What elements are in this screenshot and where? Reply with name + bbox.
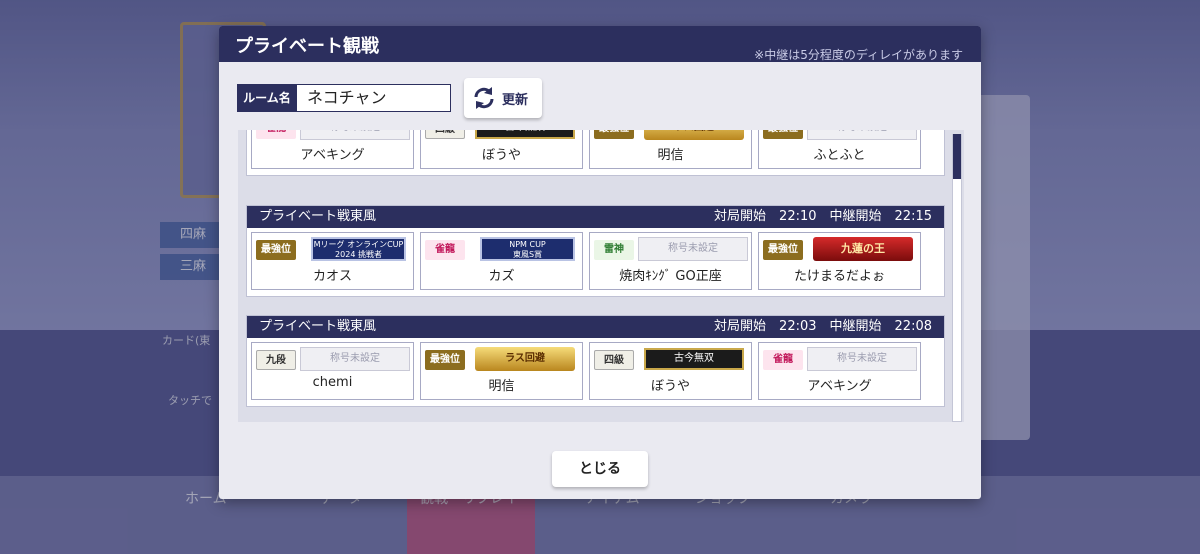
title-badge: 古今無双 bbox=[644, 348, 744, 370]
refresh-label: 更新 bbox=[502, 93, 529, 108]
title-badge: Mリーグ オンラインCUP 2024 挑戦者 bbox=[311, 237, 406, 261]
player-slot[interactable]: 最強位Lv3 ラス回避明信 bbox=[589, 130, 752, 169]
dialog-header: プライベート観戦 ※中継は5分程度のディレイがあります bbox=[219, 26, 981, 62]
player-slot[interactable]: 最強位Lv1 称号未設定ふとふと bbox=[758, 130, 921, 169]
match-card[interactable]: プライベート戦東風 対局開始 22:03 中継開始 22:08 九段 称号未設定 che… bbox=[246, 315, 945, 407]
relay-start-time: 中継開始 22:15 bbox=[829, 209, 932, 224]
match-card[interactable]: 雀龍称号未設定アベキング四級古今無双ぼうや最強位Lv3ラス回避明信最強位Lv1称… bbox=[246, 130, 945, 176]
player-name: カズ bbox=[488, 269, 515, 284]
rank-badge: 四級 bbox=[594, 350, 634, 370]
player-badges: 四級 古今無双 bbox=[425, 130, 578, 142]
match-card[interactable]: プライベート戦東風 対局開始 22:10 中継開始 22:15 最強位Lv5 Mリーグ… bbox=[246, 205, 945, 297]
rank-badge: 雀龍 bbox=[763, 350, 803, 370]
private-spectate-dialog: プライベート観戦 ※中継は5分程度のディレイがあります ルーム名 ネコチャン 更… bbox=[219, 26, 981, 499]
rank-badge: 九段 bbox=[256, 350, 296, 370]
player-badges: 最強位Lv3 ラス回避 bbox=[594, 130, 747, 154]
player-name: 明信 bbox=[657, 148, 684, 163]
match-start-time: 対局開始 22:10 bbox=[714, 209, 817, 224]
rank-badge: 雷神 bbox=[594, 240, 634, 260]
player-slot[interactable]: 最強位Lv3 ラス回避明信 bbox=[420, 342, 583, 400]
player-row: 最強位Lv5 Mリーグ オンラインCUP 2024 挑戦者カオス 雀龍 NPM CUP… bbox=[247, 228, 944, 296]
room-name-input[interactable]: ネコチャン bbox=[296, 84, 451, 112]
player-badges: 最強位Lv1 称号未設定 bbox=[763, 130, 917, 154]
player-badges: 九段 称号未設定 bbox=[256, 347, 410, 373]
player-slot[interactable]: 四級 古今無双ぼうや bbox=[420, 130, 583, 169]
player-name: カオス bbox=[312, 269, 352, 284]
player-slot[interactable]: 雀龍 NPM CUP 東風S賞カズ bbox=[420, 232, 583, 290]
player-badges: 最強位Lv1 九蓮の王 bbox=[763, 237, 916, 275]
match-title: プライベート戦東風 bbox=[259, 319, 377, 334]
title-badge: 称号未設定 bbox=[300, 347, 410, 371]
title-badge: ラス回避 bbox=[644, 130, 744, 140]
rank-badge: 最強位Lv5 bbox=[256, 240, 296, 275]
player-name: ぼうや bbox=[650, 379, 690, 394]
player-badges: 雀龍称号未設定 bbox=[256, 130, 410, 142]
title-badge: 称号未設定 bbox=[638, 237, 748, 261]
title-badge: ラス回避 bbox=[475, 347, 575, 371]
player-name: 焼肉ｷﾝｸﾞ GO正座 bbox=[619, 269, 722, 284]
rank-badge: 雀龍 bbox=[256, 130, 296, 139]
player-slot[interactable]: 雷神 称号未設定焼肉ｷﾝｸﾞ GO正座 bbox=[589, 232, 752, 290]
match-header: プライベート戦東風 対局開始 22:03 中継開始 22:08 bbox=[247, 316, 944, 338]
player-name: たけまるだよぉ bbox=[793, 269, 885, 284]
player-row: 雀龍称号未設定アベキング四級古今無双ぼうや最強位Lv3ラス回避明信最強位Lv1称… bbox=[247, 130, 944, 175]
player-name: アベキング bbox=[300, 148, 365, 163]
scrollbar-thumb[interactable] bbox=[953, 134, 961, 179]
title-badge: NPM CUP 東風S賞 bbox=[480, 237, 575, 261]
player-slot[interactable]: 雀龍称号未設定アベキング bbox=[251, 130, 414, 169]
match-times: 対局開始 22:10 中継開始 22:15 bbox=[714, 206, 932, 228]
room-name-label: ルーム名 bbox=[237, 84, 297, 112]
match-times: 対局開始 22:03 中継開始 22:08 bbox=[714, 316, 932, 338]
rank-badge: 四級 bbox=[425, 130, 465, 139]
player-name: ふとふと bbox=[813, 148, 866, 163]
player-name: chemi bbox=[312, 375, 353, 390]
match-title: プライベート戦東風 bbox=[259, 209, 377, 224]
title-badge: 九蓮の王 bbox=[813, 237, 913, 261]
match-start-time: 対局開始 22:03 bbox=[714, 319, 817, 334]
rank-badge: 最強位Lv3 bbox=[594, 130, 634, 154]
rank-badge: 最強位Lv3 bbox=[425, 350, 465, 385]
player-badges: 雷神 称号未設定 bbox=[594, 237, 748, 263]
rank-badge: 最強位Lv1 bbox=[763, 240, 803, 275]
player-name: アベキング bbox=[807, 379, 872, 394]
title-badge: 古今無双 bbox=[475, 130, 575, 139]
player-slot[interactable]: 最強位Lv1 九蓮の王たけまるだよぉ bbox=[758, 232, 921, 290]
player-badges: 四級古今無双 bbox=[594, 347, 747, 373]
rank-badge: 最強位Lv1 bbox=[763, 130, 803, 154]
delay-note: ※中継は5分程度のディレイがあります bbox=[754, 48, 963, 62]
player-slot[interactable]: 九段 称号未設定 chemi bbox=[251, 342, 414, 400]
close-button[interactable]: とじる bbox=[552, 451, 648, 487]
refresh-button[interactable]: 更新 bbox=[464, 78, 542, 118]
player-badges: 雀龍称号未設定 bbox=[763, 347, 917, 373]
match-header: プライベート戦東風 対局開始 22:10 中継開始 22:15 bbox=[247, 206, 944, 228]
dialog-title: プライベート観戦 bbox=[235, 36, 379, 57]
title-badge: 称号未設定 bbox=[807, 347, 917, 371]
rank-badge: 雀龍 bbox=[425, 240, 465, 260]
player-slot[interactable]: 雀龍称号未設定アベキング bbox=[758, 342, 921, 400]
player-name: ぼうや bbox=[481, 148, 521, 163]
player-badges: 雀龍 NPM CUP 東風S賞 bbox=[425, 237, 578, 263]
player-slot[interactable]: 最強位Lv5 Mリーグ オンラインCUP 2024 挑戦者カオス bbox=[251, 232, 414, 290]
relay-start-time: 中継開始 22:08 bbox=[829, 319, 932, 334]
match-list[interactable]: 雀龍称号未設定アベキング四級古今無双ぼうや最強位Lv3ラス回避明信最強位Lv1称… bbox=[238, 130, 964, 422]
player-row: 九段 称号未設定 chemi 最強位Lv3 ラス回避 明信 四級 古今無双 ぼうや 雀龍 称号未設定… bbox=[247, 338, 944, 406]
player-name: 明信 bbox=[488, 379, 515, 394]
player-slot[interactable]: 四級古今無双ぼうや bbox=[589, 342, 752, 400]
refresh-icon bbox=[474, 87, 494, 109]
player-badges: 最強位Lv5 Mリーグ オンラインCUP 2024 挑戦者 bbox=[256, 237, 409, 275]
title-badge: 称号未設定 bbox=[300, 130, 410, 140]
title-badge: 称号未設定 bbox=[807, 130, 917, 140]
player-badges: 最強位Lv3 ラス回避 bbox=[425, 347, 578, 385]
